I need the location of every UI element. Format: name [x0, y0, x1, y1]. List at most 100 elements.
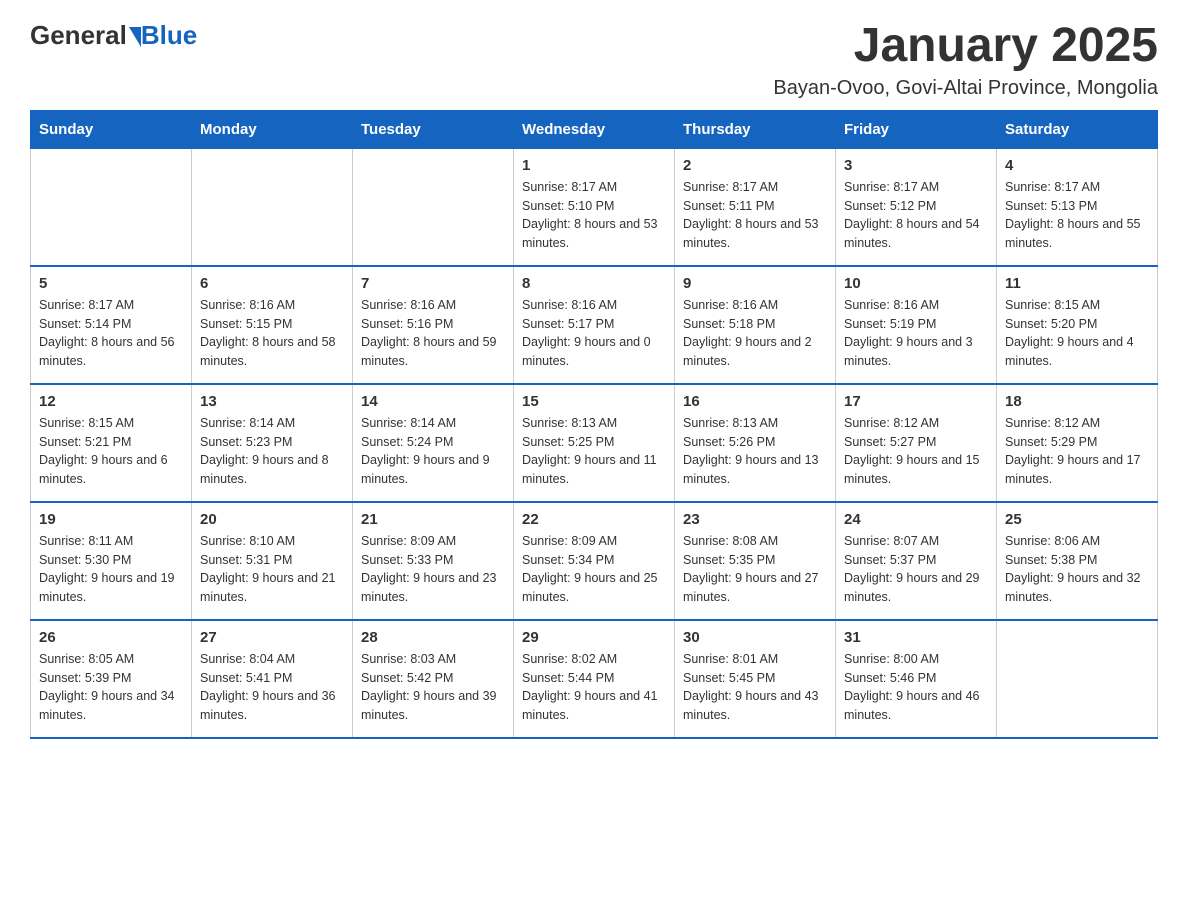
day-info: Sunrise: 8:16 AM Sunset: 5:19 PM Dayligh… [844, 296, 988, 371]
calendar-cell: 26Sunrise: 8:05 AM Sunset: 5:39 PM Dayli… [31, 620, 192, 738]
day-number: 5 [39, 275, 183, 292]
calendar-cell: 3 Sunrise: 8:17 AM Sunset: 5:12 PM Daylig… [836, 148, 997, 266]
calendar-cell: 29Sunrise: 8:02 AM Sunset: 5:44 PM Dayli… [514, 620, 675, 738]
day-number: 15 [522, 393, 666, 410]
calendar-cell: 17 Sunrise: 8:12 AM Sunset: 5:27 PM Dayli… [836, 384, 997, 502]
day-number: 13 [200, 393, 344, 410]
day-info: Sunrise: 8:03 AM Sunset: 5:42 PM Dayligh… [361, 650, 505, 725]
day-number: 1 [522, 157, 666, 174]
calendar-cell: 11 Sunrise: 8:15 AM Sunset: 5:20 PM Dayli… [997, 266, 1158, 384]
day-info: Sunrise: 8:16 AM Sunset: 5:18 PM Dayligh… [683, 296, 827, 371]
calendar-cell [192, 148, 353, 266]
calendar-cell: 28 Sunrise: 8:03 AM Sunset: 5:42 PM Dayli… [353, 620, 514, 738]
day-info: Sunrise: 8:17 AM Sunset: 5:10 PM Dayligh… [522, 178, 666, 253]
calendar-row-2: 5 Sunrise: 8:17 AM Sunset: 5:14 PM Daylig… [31, 266, 1158, 384]
day-number: 23 [683, 511, 827, 528]
calendar-cell: 8Sunrise: 8:16 AM Sunset: 5:17 PM Daylig… [514, 266, 675, 384]
day-number: 12 [39, 393, 183, 410]
calendar-cell [997, 620, 1158, 738]
calendar-cell: 6 Sunrise: 8:16 AM Sunset: 5:15 PM Daylig… [192, 266, 353, 384]
day-number: 17 [844, 393, 988, 410]
day-info: Sunrise: 8:17 AM Sunset: 5:14 PM Dayligh… [39, 296, 183, 371]
day-number: 18 [1005, 393, 1149, 410]
day-number: 10 [844, 275, 988, 292]
day-info: Sunrise: 8:14 AM Sunset: 5:24 PM Dayligh… [361, 414, 505, 489]
day-info: Sunrise: 8:16 AM Sunset: 5:15 PM Dayligh… [200, 296, 344, 371]
day-number: 21 [361, 511, 505, 528]
page-title: January 2025 [773, 20, 1158, 73]
calendar-cell: 24Sunrise: 8:07 AM Sunset: 5:37 PM Dayli… [836, 502, 997, 620]
day-info: Sunrise: 8:12 AM Sunset: 5:27 PM Dayligh… [844, 414, 988, 489]
day-number: 25 [1005, 511, 1149, 528]
calendar-header: SundayMondayTuesdayWednesdayThursdayFrid… [31, 110, 1158, 148]
day-info: Sunrise: 8:06 AM Sunset: 5:38 PM Dayligh… [1005, 532, 1149, 607]
header-cell-tuesday: Tuesday [353, 110, 514, 148]
day-number: 3 [844, 157, 988, 174]
day-number: 31 [844, 629, 988, 646]
calendar-cell: 4 Sunrise: 8:17 AM Sunset: 5:13 PM Daylig… [997, 148, 1158, 266]
header-cell-monday: Monday [192, 110, 353, 148]
day-number: 6 [200, 275, 344, 292]
page-header: General Blue January 2025 Bayan-Ovoo, Go… [30, 20, 1158, 100]
day-number: 9 [683, 275, 827, 292]
calendar-cell: 15Sunrise: 8:13 AM Sunset: 5:25 PM Dayli… [514, 384, 675, 502]
day-number: 19 [39, 511, 183, 528]
calendar-cell: 1 Sunrise: 8:17 AM Sunset: 5:10 PM Daylig… [514, 148, 675, 266]
calendar-cell: 20Sunrise: 8:10 AM Sunset: 5:31 PM Dayli… [192, 502, 353, 620]
day-number: 28 [361, 629, 505, 646]
day-number: 27 [200, 629, 344, 646]
logo-general-text: General [30, 20, 127, 51]
day-info: Sunrise: 8:17 AM Sunset: 5:11 PM Dayligh… [683, 178, 827, 253]
calendar-cell: 22 Sunrise: 8:09 AM Sunset: 5:34 PM Dayli… [514, 502, 675, 620]
calendar-cell: 25 Sunrise: 8:06 AM Sunset: 5:38 PM Dayli… [997, 502, 1158, 620]
calendar-cell: 19 Sunrise: 8:11 AM Sunset: 5:30 PM Dayli… [31, 502, 192, 620]
calendar-cell: 2 Sunrise: 8:17 AM Sunset: 5:11 PM Daylig… [675, 148, 836, 266]
calendar-cell: 7 Sunrise: 8:16 AM Sunset: 5:16 PM Daylig… [353, 266, 514, 384]
day-number: 22 [522, 511, 666, 528]
day-info: Sunrise: 8:12 AM Sunset: 5:29 PM Dayligh… [1005, 414, 1149, 489]
day-info: Sunrise: 8:15 AM Sunset: 5:20 PM Dayligh… [1005, 296, 1149, 371]
day-number: 8 [522, 275, 666, 292]
day-info: Sunrise: 8:09 AM Sunset: 5:34 PM Dayligh… [522, 532, 666, 607]
calendar-cell: 5 Sunrise: 8:17 AM Sunset: 5:14 PM Daylig… [31, 266, 192, 384]
calendar-row-5: 26Sunrise: 8:05 AM Sunset: 5:39 PM Dayli… [31, 620, 1158, 738]
calendar-cell: 30Sunrise: 8:01 AM Sunset: 5:45 PM Dayli… [675, 620, 836, 738]
calendar-cell: 21Sunrise: 8:09 AM Sunset: 5:33 PM Dayli… [353, 502, 514, 620]
day-info: Sunrise: 8:14 AM Sunset: 5:23 PM Dayligh… [200, 414, 344, 489]
day-info: Sunrise: 8:17 AM Sunset: 5:13 PM Dayligh… [1005, 178, 1149, 253]
calendar-row-1: 1 Sunrise: 8:17 AM Sunset: 5:10 PM Daylig… [31, 148, 1158, 266]
day-number: 7 [361, 275, 505, 292]
day-info: Sunrise: 8:10 AM Sunset: 5:31 PM Dayligh… [200, 532, 344, 607]
day-number: 16 [683, 393, 827, 410]
calendar-cell: 12 Sunrise: 8:15 AM Sunset: 5:21 PM Dayli… [31, 384, 192, 502]
day-info: Sunrise: 8:16 AM Sunset: 5:16 PM Dayligh… [361, 296, 505, 371]
day-info: Sunrise: 8:01 AM Sunset: 5:45 PM Dayligh… [683, 650, 827, 725]
day-info: Sunrise: 8:15 AM Sunset: 5:21 PM Dayligh… [39, 414, 183, 489]
day-info: Sunrise: 8:00 AM Sunset: 5:46 PM Dayligh… [844, 650, 988, 725]
calendar-cell: 13 Sunrise: 8:14 AM Sunset: 5:23 PM Dayli… [192, 384, 353, 502]
day-info: Sunrise: 8:13 AM Sunset: 5:26 PM Dayligh… [683, 414, 827, 489]
day-info: Sunrise: 8:17 AM Sunset: 5:12 PM Dayligh… [844, 178, 988, 253]
calendar-cell: 16 Sunrise: 8:13 AM Sunset: 5:26 PM Dayli… [675, 384, 836, 502]
calendar-cell [353, 148, 514, 266]
calendar-cell: 31 Sunrise: 8:00 AM Sunset: 5:46 PM Dayli… [836, 620, 997, 738]
header-cell-thursday: Thursday [675, 110, 836, 148]
header-row: SundayMondayTuesdayWednesdayThursdayFrid… [31, 110, 1158, 148]
calendar-row-4: 19 Sunrise: 8:11 AM Sunset: 5:30 PM Dayli… [31, 502, 1158, 620]
calendar-cell: 18 Sunrise: 8:12 AM Sunset: 5:29 PM Dayli… [997, 384, 1158, 502]
day-number: 11 [1005, 275, 1149, 292]
calendar-cell: 10 Sunrise: 8:16 AM Sunset: 5:19 PM Dayli… [836, 266, 997, 384]
calendar-row-3: 12 Sunrise: 8:15 AM Sunset: 5:21 PM Dayli… [31, 384, 1158, 502]
day-info: Sunrise: 8:08 AM Sunset: 5:35 PM Dayligh… [683, 532, 827, 607]
day-number: 4 [1005, 157, 1149, 174]
day-info: Sunrise: 8:11 AM Sunset: 5:30 PM Dayligh… [39, 532, 183, 607]
logo: General Blue [30, 20, 197, 51]
day-number: 2 [683, 157, 827, 174]
header-cell-saturday: Saturday [997, 110, 1158, 148]
calendar-cell [31, 148, 192, 266]
day-info: Sunrise: 8:04 AM Sunset: 5:41 PM Dayligh… [200, 650, 344, 725]
calendar-body: 1 Sunrise: 8:17 AM Sunset: 5:10 PM Daylig… [31, 148, 1158, 738]
header-cell-wednesday: Wednesday [514, 110, 675, 148]
day-info: Sunrise: 8:05 AM Sunset: 5:39 PM Dayligh… [39, 650, 183, 725]
page-subtitle: Bayan-Ovoo, Govi-Altai Province, Mongoli… [773, 77, 1158, 100]
